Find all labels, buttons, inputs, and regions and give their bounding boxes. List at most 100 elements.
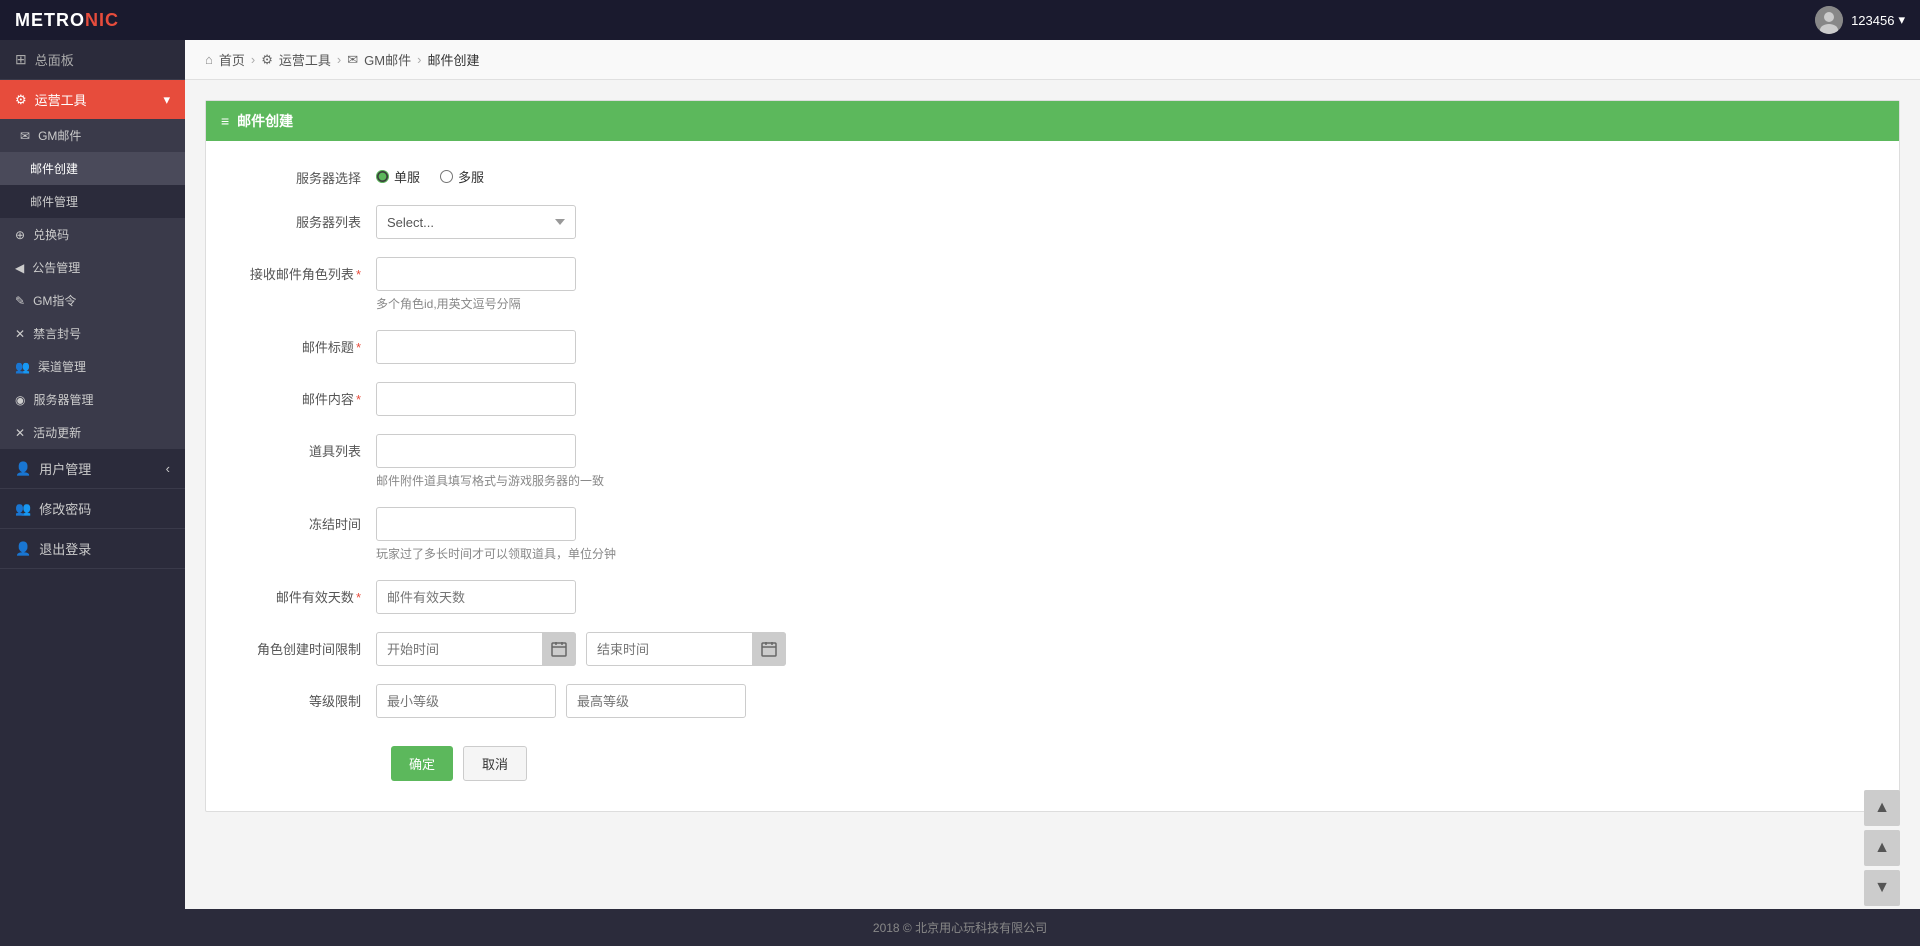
form-card: ≡ 邮件创建 服务器选择 单服 (205, 100, 1900, 812)
dropdown-icon: ▾ (1898, 12, 1905, 28)
button-row: 确定 取消 (236, 736, 1869, 781)
freeze-hint: 玩家过了多长时间才可以领取道具，单位分钟 (376, 545, 1869, 562)
sidebar-item-mail-create[interactable]: 邮件创建 (0, 152, 185, 185)
change-pwd-icon: 👥 (15, 501, 31, 517)
scroll-buttons: ▲ ▲ ▼ (1864, 790, 1900, 906)
mail-subject-label: 邮件标题 (236, 330, 376, 356)
scroll-top-button[interactable]: ▲ (1864, 790, 1900, 826)
item-list-input[interactable] (376, 434, 576, 468)
sidebar-logout[interactable]: 👤 退出登录 (0, 529, 185, 569)
date-row (376, 632, 1869, 666)
server-radio-group: 单服 多服 (376, 161, 1869, 186)
cancel-button[interactable]: 取消 (463, 746, 527, 781)
min-level-input[interactable] (376, 684, 556, 718)
redeem-icon: ⊕ (15, 228, 25, 242)
sidebar-activity-update[interactable]: ✕ 活动更新 (0, 416, 185, 449)
username-label: 123456 (1851, 13, 1894, 28)
form-title: 邮件创建 (237, 111, 293, 131)
main-content: ⌂ 首页 › ⚙ 运营工具 › ✉ GM邮件 › 邮件创建 ≡ 邮件创建 服务器… (185, 40, 1920, 909)
item-list-controls: 邮件附件道具填写格式与游戏服务器的一致 (376, 434, 1869, 489)
radio-multi[interactable]: 多服 (440, 167, 484, 186)
mail-content-label: 邮件内容 (236, 382, 376, 408)
gm-cmd-icon: ✎ (15, 294, 25, 308)
channel-icon: 👥 (15, 360, 30, 374)
role-time-row: 角色创建时间限制 (236, 632, 1869, 666)
radio-single-input[interactable] (376, 170, 389, 183)
ban-label: 禁言封号 (33, 325, 81, 342)
form-card-body: 服务器选择 单服 多服 (206, 141, 1899, 811)
freeze-time-input[interactable] (376, 507, 576, 541)
radio-single[interactable]: 单服 (376, 167, 420, 186)
breadcrumb-operations[interactable]: 运营工具 (279, 50, 331, 69)
sidebar-dashboard[interactable]: ⊞ 总面板 (0, 40, 185, 80)
scroll-up-button[interactable]: ▲ (1864, 830, 1900, 866)
validity-row: 邮件有效天数 (236, 580, 1869, 614)
server-list-select[interactable]: Select... (376, 205, 576, 239)
scroll-down-button[interactable]: ▼ (1864, 870, 1900, 906)
operations-label: 运营工具 (35, 90, 87, 109)
max-level-input[interactable] (566, 684, 746, 718)
radio-multi-label: 多服 (458, 167, 484, 186)
recipient-input[interactable] (376, 257, 576, 291)
role-time-controls (376, 632, 1869, 666)
recipient-row: 接收邮件角色列表 多个角色id,用英文逗号分隔 (236, 257, 1869, 312)
mail-subject-input[interactable] (376, 330, 576, 364)
server-select-row: 服务器选择 单服 多服 (236, 161, 1869, 187)
breadcrumb-current: 邮件创建 (427, 50, 479, 69)
top-navbar: METRONIC 123456 ▾ (0, 0, 1920, 40)
sidebar-server-mgmt[interactable]: ◉ 服务器管理 (0, 383, 185, 416)
operations-icon: ⚙ (15, 92, 27, 108)
recipient-label: 接收邮件角色列表 (236, 257, 376, 283)
sidebar-gm-cmd[interactable]: ✎ GM指令 (0, 284, 185, 317)
server-mgmt-label: 服务器管理 (33, 391, 93, 408)
announce-label: 公告管理 (32, 259, 80, 276)
redeem-label: 兑换码 (33, 226, 69, 243)
sidebar-gm-mail-title[interactable]: ✉ GM邮件 (0, 119, 185, 152)
operations-title-left: ⚙ 运营工具 (15, 90, 87, 109)
end-date-calendar-icon[interactable] (752, 632, 786, 666)
start-date-calendar-icon[interactable] (542, 632, 576, 666)
validity-label: 邮件有效天数 (236, 580, 376, 606)
recipient-hint: 多个角色id,用英文逗号分隔 (376, 295, 1869, 312)
logo-metro: METRO (15, 10, 85, 31)
sidebar-ban[interactable]: ✕ 禁言封号 (0, 317, 185, 350)
activity-icon: ✕ (15, 426, 25, 440)
recipient-controls: 多个角色id,用英文逗号分隔 (376, 257, 1869, 312)
sidebar-announce[interactable]: ◀ 公告管理 (0, 251, 185, 284)
level-limit-label: 等级限制 (236, 684, 376, 710)
mail-content-controls (376, 382, 1869, 416)
user-area[interactable]: 123456 ▾ (1815, 6, 1905, 34)
footer-text: 2018 © 北京用心玩科技有限公司 (873, 921, 1047, 935)
sidebar-channel-mgmt[interactable]: 👥 渠道管理 (0, 350, 185, 383)
server-list-row: 服务器列表 Select... (236, 205, 1869, 239)
level-limit-controls (376, 684, 1869, 718)
validity-controls (376, 580, 1869, 614)
confirm-button[interactable]: 确定 (391, 746, 453, 781)
item-list-label: 道具列表 (236, 434, 376, 460)
sidebar-redeem[interactable]: ⊕ 兑换码 (0, 218, 185, 251)
ban-icon: ✕ (15, 327, 25, 341)
sidebar-user-mgmt[interactable]: 👤 用户管理 ‹ (0, 449, 185, 489)
form-header-icon: ≡ (221, 113, 229, 129)
user-mgmt-chevron: ‹ (166, 461, 170, 476)
item-list-row: 道具列表 邮件附件道具填写格式与游戏服务器的一致 (236, 434, 1869, 489)
validity-input[interactable] (376, 580, 576, 614)
sidebar-change-pwd[interactable]: 👥 修改密码 (0, 489, 185, 529)
mail-subject-row: 邮件标题 (236, 330, 1869, 364)
announce-icon: ◀ (15, 261, 24, 275)
breadcrumb-gm-mail[interactable]: GM邮件 (364, 50, 411, 69)
server-select-controls: 单服 多服 (376, 161, 1869, 186)
freeze-time-row: 冻结时间 玩家过了多长时间才可以领取道具，单位分钟 (236, 507, 1869, 562)
activity-label: 活动更新 (33, 424, 81, 441)
gm-cmd-label: GM指令 (33, 292, 76, 309)
breadcrumb-home[interactable]: 首页 (219, 50, 245, 69)
sidebar-item-mail-manage[interactable]: 邮件管理 (0, 185, 185, 218)
dashboard-label: 总面板 (35, 50, 74, 69)
sidebar-operations-group[interactable]: ⚙ 运营工具 ▾ (0, 80, 185, 119)
server-list-controls: Select... (376, 205, 1869, 239)
freeze-time-label: 冻结时间 (236, 507, 376, 533)
mail-content-input[interactable] (376, 382, 576, 416)
sidebar-gm-mail-group: ✉ GM邮件 邮件创建 邮件管理 (0, 119, 185, 218)
gm-mail-bc-icon: ✉ (347, 52, 358, 68)
radio-multi-input[interactable] (440, 170, 453, 183)
